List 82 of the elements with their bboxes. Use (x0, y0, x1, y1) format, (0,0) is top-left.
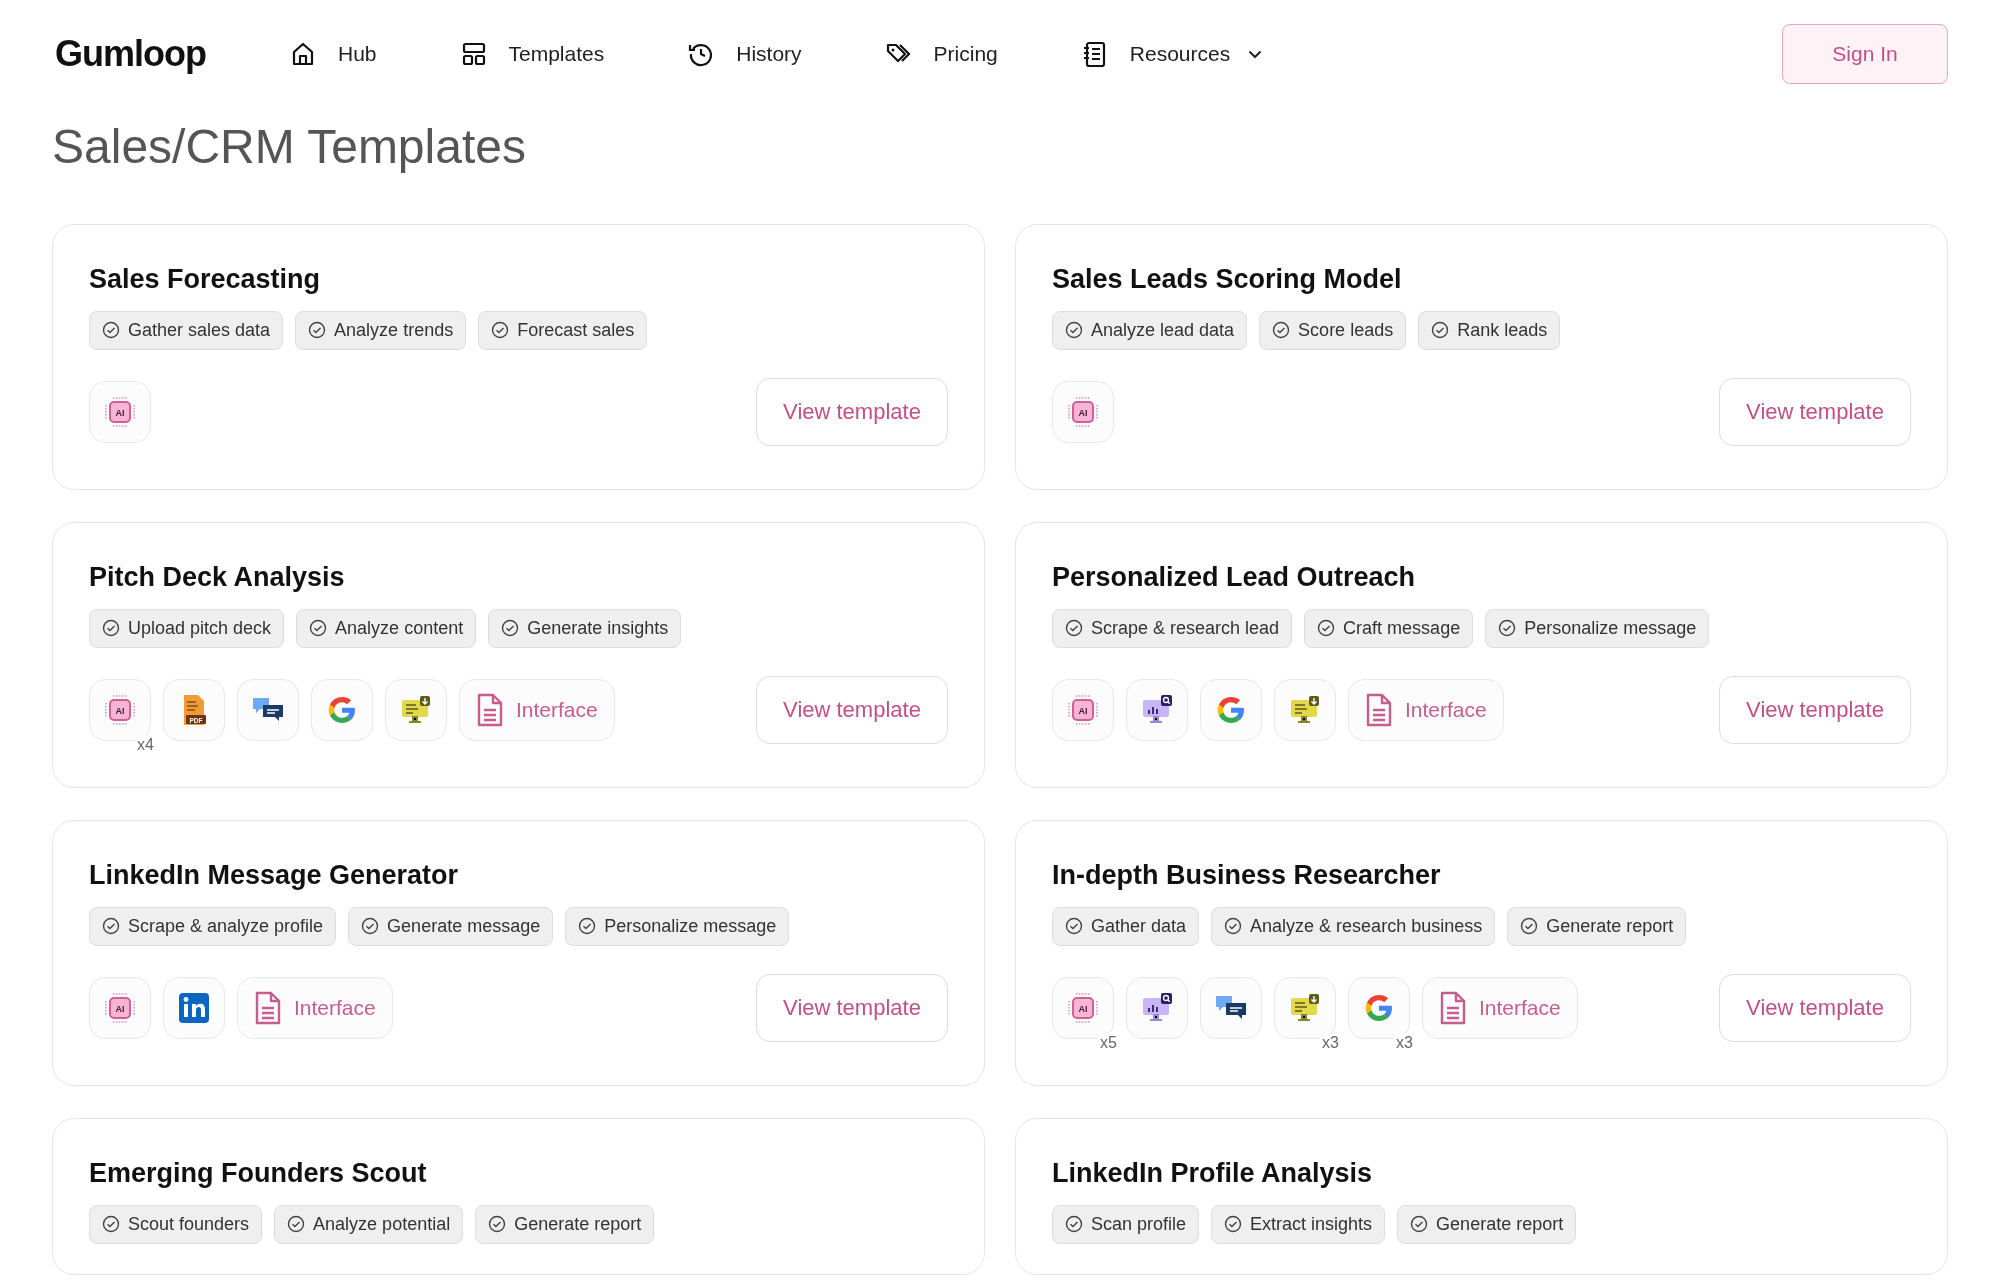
step-label: Analyze & research business (1250, 915, 1483, 938)
document-icon (1365, 693, 1393, 727)
card-title: LinkedIn Profile Analysis (1052, 1156, 1374, 1189)
check-circle-icon (1317, 619, 1336, 638)
logo[interactable]: Gumloop (55, 27, 206, 81)
notebook-icon (1081, 40, 1108, 68)
check-circle-icon (1410, 1215, 1429, 1234)
tool-label: Interface (294, 995, 376, 1022)
check-circle-icon (102, 619, 120, 638)
check-circle-icon (1431, 321, 1450, 340)
card-title: Sales Leads Scoring Model (1052, 262, 1403, 295)
check-circle-icon (1224, 1215, 1243, 1234)
check-circle-icon (1224, 917, 1243, 936)
check-circle-icon (1520, 917, 1539, 936)
layout-icon (460, 40, 487, 68)
home-icon (290, 40, 316, 68)
card-title: Personalized Lead Outreach (1052, 560, 1417, 593)
sign-in-button[interactable]: Sign In (1782, 24, 1948, 84)
card-title: Sales Forecasting (89, 262, 322, 295)
card-title: Pitch Deck Analysis (89, 560, 346, 593)
step-label: Scout founders (128, 1213, 250, 1236)
step-label: Gather data (1091, 915, 1187, 938)
view-template-button[interactable]: View template (756, 974, 948, 1042)
step-label: Analyze lead data (1091, 319, 1235, 342)
tool-label: Interface (1479, 995, 1561, 1022)
check-circle-icon (102, 321, 120, 340)
step-label: Rank leads (1457, 319, 1548, 342)
step-label: Extract insights (1250, 1213, 1373, 1236)
check-circle-icon (578, 917, 597, 936)
step-label: Personalize message (1524, 617, 1697, 640)
step-label: Analyze content (335, 617, 464, 640)
tool-label: Interface (516, 697, 598, 724)
step-label: Forecast sales (517, 319, 635, 342)
linkedin-icon (176, 990, 212, 1026)
step-label: Scan profile (1091, 1213, 1187, 1236)
check-circle-icon (287, 1215, 306, 1234)
step-label: Generate report (1436, 1213, 1564, 1236)
nav-link[interactable]: Pricing (885, 38, 998, 70)
tool-label: Interface (1405, 697, 1487, 724)
check-circle-icon (1065, 619, 1083, 638)
document-icon (1439, 991, 1467, 1025)
view-template-button[interactable]: View template (756, 676, 948, 744)
check-circle-icon (102, 917, 120, 936)
check-circle-icon (1065, 321, 1083, 340)
step-label: Generate message (387, 915, 541, 938)
check-circle-icon (102, 1215, 120, 1234)
card-title: In-depth Business Researcher (1052, 858, 1442, 891)
view-template-button[interactable]: View template (1719, 676, 1911, 744)
step-label: Scrape & research lead (1091, 617, 1280, 640)
document-icon (254, 991, 282, 1025)
step-label: Craft message (1343, 617, 1461, 640)
document-icon (476, 693, 504, 727)
check-circle-icon (308, 321, 327, 340)
check-circle-icon (1498, 619, 1517, 638)
check-circle-icon (1065, 1215, 1083, 1234)
step-label: Upload pitch deck (128, 617, 272, 640)
nav-link[interactable]: Templates (460, 38, 605, 70)
check-circle-icon (361, 917, 380, 936)
step-label: Scrape & analyze profile (128, 915, 324, 938)
view-template-button[interactable]: View template (1719, 378, 1911, 446)
check-circle-icon (491, 321, 510, 340)
nav-link[interactable]: Resources (1081, 38, 1263, 70)
view-template-button[interactable]: View template (1719, 974, 1911, 1042)
step-label: Analyze trends (334, 319, 454, 342)
step-label: Generate report (514, 1213, 642, 1236)
check-circle-icon (1272, 321, 1291, 340)
check-circle-icon (501, 619, 520, 638)
step-label: Generate report (1546, 915, 1674, 938)
view-template-button[interactable]: View template (756, 378, 948, 446)
nav-link[interactable]: History (688, 38, 802, 70)
check-circle-icon (488, 1215, 507, 1234)
page-title: Sales/CRM Templates (52, 119, 527, 175)
card-title: Emerging Founders Scout (89, 1156, 428, 1189)
check-circle-icon (1065, 917, 1083, 936)
step-label: Generate insights (527, 617, 669, 640)
step-label: Personalize message (604, 915, 777, 938)
card-title: LinkedIn Message Generator (89, 858, 460, 891)
step-label: Analyze potential (313, 1213, 451, 1236)
check-circle-icon (309, 619, 328, 638)
step-label: Gather sales data (128, 319, 271, 342)
step-label: Score leads (1298, 319, 1394, 342)
nav-link[interactable]: Hub (290, 38, 377, 70)
